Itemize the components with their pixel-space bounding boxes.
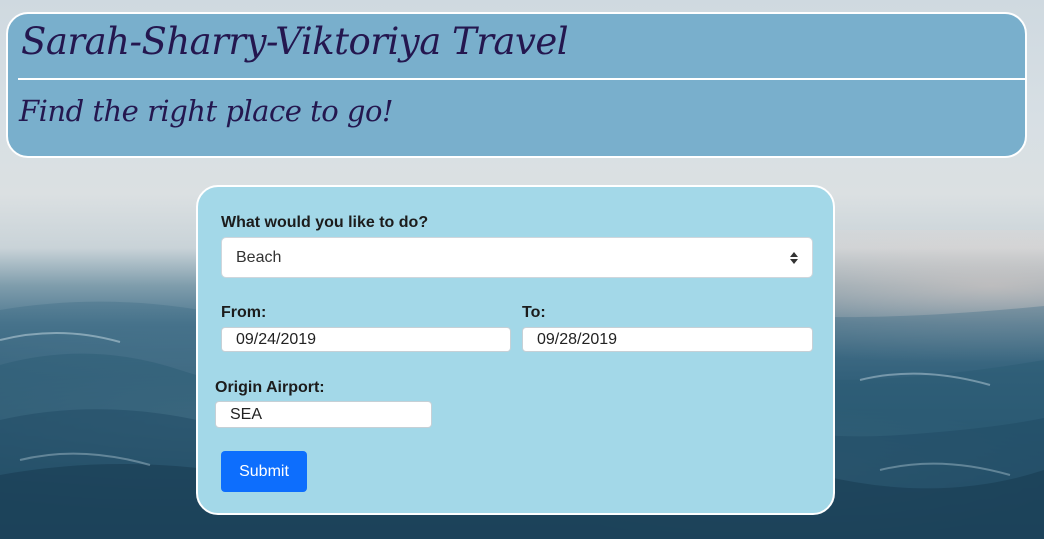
select-arrows-icon (790, 251, 798, 264)
submit-button[interactable]: Submit (221, 451, 307, 492)
header-divider (18, 78, 1025, 80)
activity-select[interactable]: Beach (221, 237, 813, 278)
trip-search-form: What would you like to do? Beach From: 0… (196, 185, 835, 515)
to-date-value: 09/28/2019 (537, 330, 618, 348)
site-header: Sarah-Sharry-Viktoriya Travel Find the r… (6, 12, 1027, 158)
to-date-input[interactable]: 09/28/2019 (522, 327, 813, 352)
origin-airport-label: Origin Airport: (215, 379, 325, 396)
activity-select-value: Beach (236, 248, 282, 266)
origin-airport-input[interactable]: SEA (215, 401, 432, 428)
site-tagline: Find the right place to go! (19, 94, 394, 128)
activity-label: What would you like to do? (221, 214, 429, 231)
from-date-value: 09/24/2019 (236, 330, 317, 348)
site-title: Sarah-Sharry-Viktoriya Travel (21, 20, 569, 63)
from-date-input[interactable]: 09/24/2019 (221, 327, 511, 352)
to-date-label: To: (522, 304, 546, 321)
from-date-label: From: (221, 304, 267, 321)
origin-airport-value: SEA (230, 405, 263, 423)
